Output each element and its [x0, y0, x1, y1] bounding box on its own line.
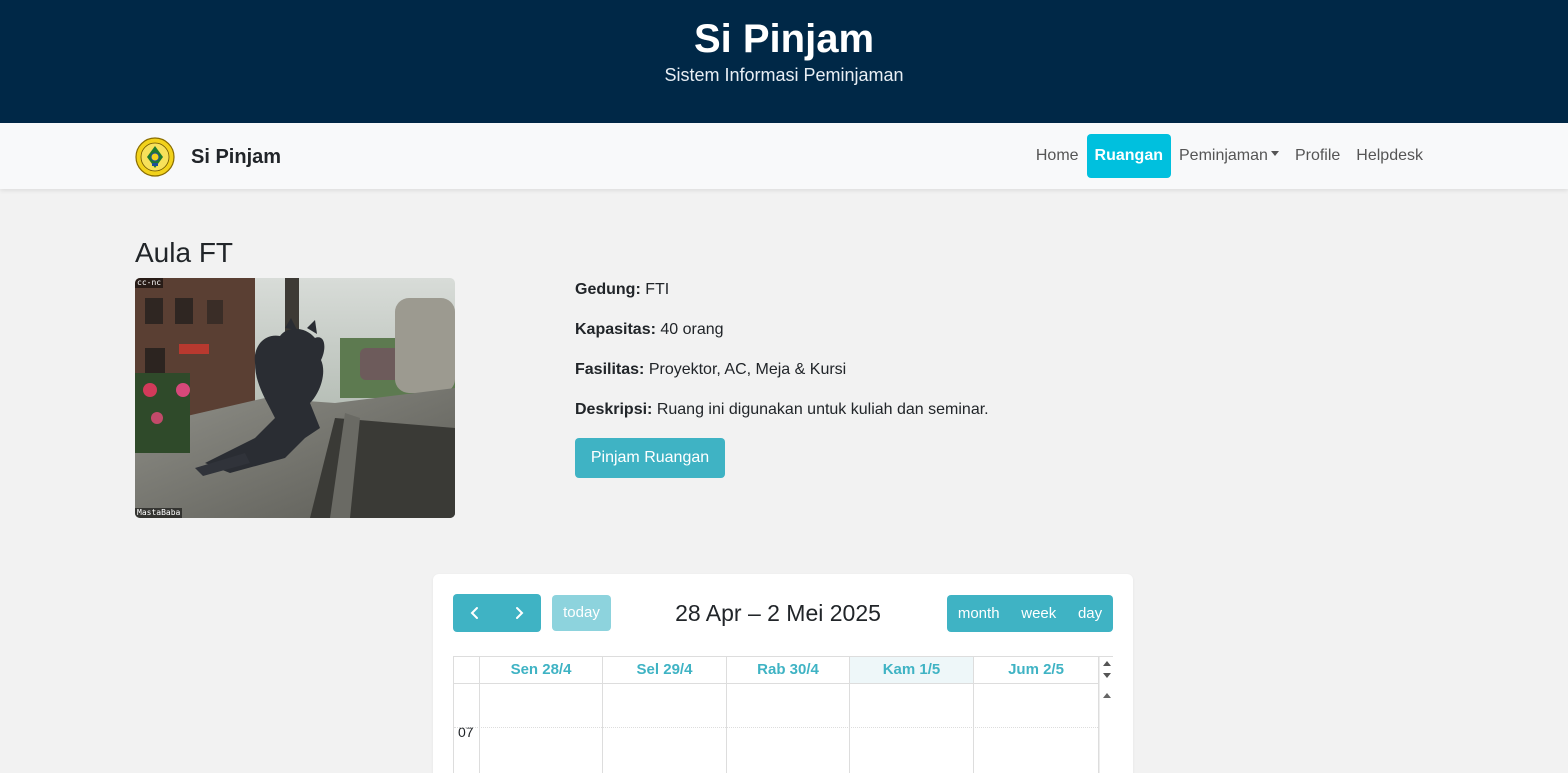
value-deskripsi: Ruang ini digunakan untuk kuliah dan sem… [656, 401, 989, 418]
room-photo-image [135, 278, 455, 518]
scroll-up-icon[interactable] [1103, 661, 1111, 666]
calendar-title: 28 Apr – 2 Mei 2025 [675, 600, 881, 626]
calendar-scrollbar[interactable] [1099, 657, 1113, 773]
chevron-left-icon [470, 607, 478, 619]
calendar-view-switcher: month week day [947, 595, 1113, 632]
half-hour-line [454, 727, 1098, 728]
day-header-sel[interactable]: Sel 29/4 [603, 657, 727, 684]
chevron-right-icon [516, 607, 524, 619]
nav-helpdesk[interactable]: Helpdesk [1348, 134, 1431, 178]
nav-peminjaman-label: Peminjaman [1179, 147, 1268, 164]
value-fasilitas: Proyektor, AC, Meja & Kursi [648, 361, 847, 378]
nav-peminjaman-dropdown[interactable]: Peminjaman [1171, 134, 1287, 178]
view-month-button[interactable]: month [956, 605, 1002, 622]
day-header-jum[interactable]: Jum 2/5 [974, 657, 1099, 684]
nav-ruangan[interactable]: Ruangan [1086, 134, 1171, 178]
value-kapasitas: 40 orang [660, 321, 724, 338]
room-info: Gedung: FTI Kapasitas: 40 orang Fasilita… [575, 279, 1275, 439]
day-column-rab[interactable] [727, 684, 850, 773]
nav-links: Home Ruangan Peminjaman Profile Helpdesk [1028, 134, 1431, 178]
view-day-button[interactable]: day [1076, 605, 1104, 622]
nav-home[interactable]: Home [1028, 134, 1087, 178]
navbar: Si Pinjam Home Ruangan Peminjaman Profil… [0, 123, 1568, 189]
calendar-today-button[interactable]: today [552, 595, 611, 631]
time-axis: 07 [454, 684, 480, 773]
photo-license-tag: cc-nc [135, 278, 164, 288]
day-column-sen[interactable] [480, 684, 603, 773]
label-kapasitas: Kapasitas: [575, 321, 656, 338]
day-header-rab[interactable]: Rab 30/4 [727, 657, 850, 684]
label-fasilitas: Fasilitas: [575, 361, 645, 378]
banner-title: Si Pinjam [693, 17, 875, 61]
calendar-card: today 28 Apr – 2 Mei 2025 month week day… [433, 574, 1133, 773]
banner-subtitle: Sistem Informasi Peminjaman [664, 65, 904, 85]
caret-down-icon [1270, 151, 1279, 157]
calendar-grid: Sen 28/4 Sel 29/4 Rab 30/4 Kam 1/5 Jum 2… [453, 656, 1113, 773]
nav-profile[interactable]: Profile [1287, 134, 1348, 178]
top-banner: Si Pinjam Sistem Informasi Peminjaman [0, 0, 1568, 123]
value-gedung: FTI [645, 281, 670, 298]
day-column-jum[interactable] [974, 684, 1099, 773]
navbar-brand[interactable]: Si Pinjam [191, 145, 281, 169]
calendar-nav-group [453, 594, 541, 632]
info-gedung: Gedung: FTI [575, 279, 1275, 319]
label-gedung: Gedung: [575, 281, 641, 298]
day-column-kam[interactable] [850, 684, 974, 773]
info-kapasitas: Kapasitas: 40 orang [575, 319, 1275, 359]
calendar-next-button[interactable] [497, 594, 541, 632]
info-fasilitas: Fasilitas: Proyektor, AC, Meja & Kursi [575, 359, 1275, 399]
university-logo-icon[interactable] [135, 137, 175, 177]
info-deskripsi: Deskripsi: Ruang ini digunakan untuk kul… [575, 399, 1275, 439]
scroll-down-icon[interactable] [1103, 673, 1111, 678]
pinjam-ruangan-button[interactable]: Pinjam Ruangan [575, 438, 725, 478]
time-axis-header [454, 657, 480, 684]
label-deskripsi: Deskripsi: [575, 401, 653, 418]
day-header-sen[interactable]: Sen 28/4 [480, 657, 603, 684]
calendar-prev-button[interactable] [453, 594, 497, 632]
photo-credit-tag: MastaBaba [135, 508, 183, 518]
room-title: Aula FT [135, 237, 234, 268]
room-photo: cc-nc MastaBaba [135, 278, 455, 518]
scroll-up-icon[interactable] [1103, 693, 1111, 698]
day-column-sel[interactable] [603, 684, 727, 773]
day-header-kam[interactable]: Kam 1/5 [850, 657, 974, 684]
view-week-button[interactable]: week [1019, 605, 1058, 622]
